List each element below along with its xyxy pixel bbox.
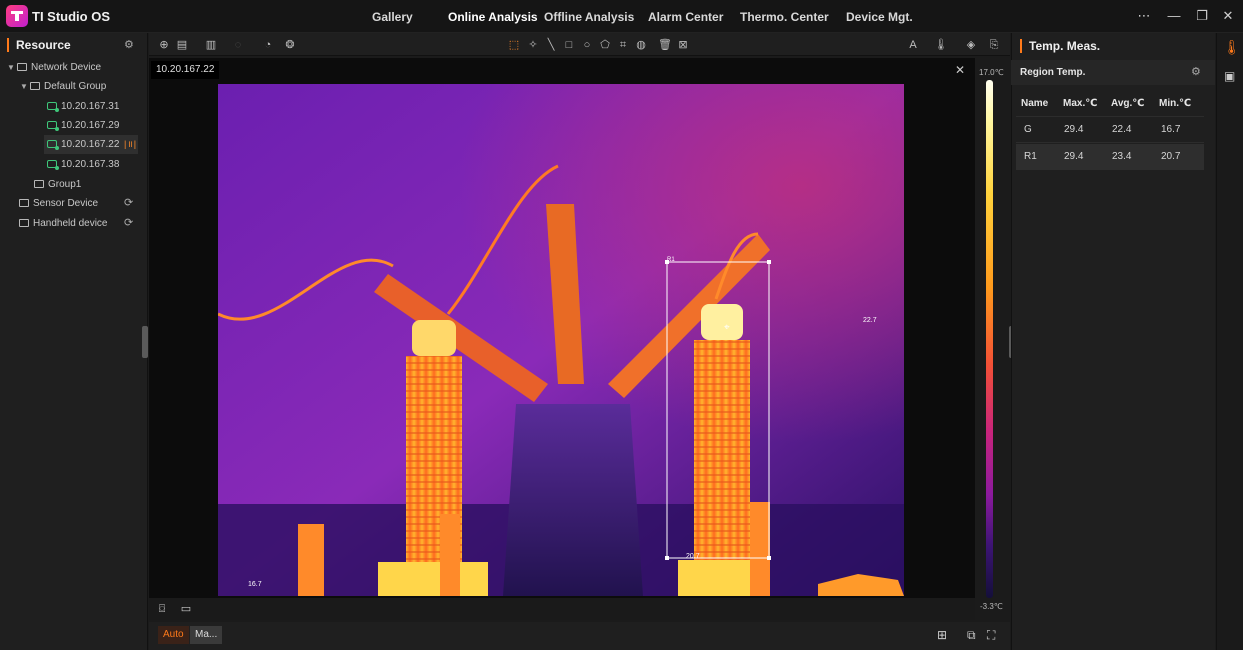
delete-icon[interactable]: 🗑	[658, 38, 672, 52]
folder-icon	[17, 63, 27, 71]
analysis-toolbar: ⊕ ▤ ▥ ◌ ◔ ❂ ⬚ ✧ ╲ □ ○ ⬠ ⌗ ◍ 🗑 ⊠ A 🌡 ◈ ⎘	[149, 33, 1010, 56]
right-tool-strip: 🌡 ▣	[1216, 33, 1243, 650]
palette-icon[interactable]: ▤	[175, 38, 189, 52]
tree-node-sensor-device[interactable]: Sensor Device ⟳	[19, 194, 147, 213]
resource-settings-gear-icon[interactable]: ⚙	[124, 38, 134, 51]
minimize-button[interactable]: —	[1163, 6, 1185, 26]
tab-gallery[interactable]: Gallery	[372, 10, 413, 24]
tab-device-mgt[interactable]: Device Mgt.	[846, 10, 913, 24]
camera-online-icon	[47, 102, 59, 112]
max-temp-marker-icon: ⌖	[724, 322, 730, 333]
thermometer-panel-icon[interactable]: 🌡	[1223, 39, 1241, 56]
tab-offline-analysis[interactable]: Offline Analysis	[544, 10, 634, 24]
circle-tool-icon[interactable]: ○	[580, 38, 594, 52]
display-mode-icon[interactable]: ▥	[204, 38, 218, 52]
caret-down-icon[interactable]: ▼	[7, 58, 17, 77]
auto-mode-button[interactable]: Auto	[158, 626, 189, 644]
folder-icon	[34, 180, 44, 188]
tree-node-handheld-device[interactable]: Handheld device ⟳	[19, 214, 147, 233]
folder-icon	[19, 199, 29, 207]
tree-node-device[interactable]: 10.20.167.29	[47, 116, 147, 135]
tree-node-group1[interactable]: Group1	[34, 175, 147, 194]
point-temp-left: 16.7	[248, 581, 262, 588]
folder-icon	[19, 219, 29, 227]
camera-online-icon	[47, 140, 59, 150]
record-icon[interactable]: ▭	[179, 602, 193, 616]
app-title: TI Studio OS	[32, 9, 110, 24]
thermometer-icon[interactable]: 🌡	[934, 38, 948, 52]
refresh-icon[interactable]: ⟳	[124, 194, 133, 213]
video-device-label: 10.20.167.22	[151, 61, 220, 79]
region-temp-header: Region Temp. ⚙	[1011, 60, 1215, 85]
close-button[interactable]: ✕	[1217, 6, 1239, 26]
scale-max-label: 17.0℃	[979, 68, 1004, 77]
video-controls: ⌼ ▭	[149, 598, 975, 620]
close-video-icon[interactable]: ✕	[952, 62, 968, 78]
export-icon[interactable]: ⎘	[987, 38, 1001, 52]
folder-icon	[30, 82, 40, 90]
line-tool-icon[interactable]: ╲	[544, 38, 558, 52]
snapshot-icon[interactable]: ⌼	[155, 602, 169, 616]
polygon-tool-icon[interactable]: ⬠	[598, 38, 612, 52]
region-settings-gear-icon[interactable]: ⚙	[1191, 65, 1201, 78]
tree-node-network-device[interactable]: ▼ Network Device	[7, 58, 147, 77]
rect-tool-icon[interactable]: □	[562, 38, 576, 52]
tab-thermo-center[interactable]: Thermo. Center	[740, 10, 829, 24]
table-row[interactable]: G 29.4 22.4 16.7	[1016, 117, 1204, 143]
refresh-icon[interactable]: ⟳	[124, 214, 133, 233]
caret-down-icon[interactable]: ▼	[20, 77, 30, 96]
table-header: Name Max.℃ Avg.℃ Min.℃	[1016, 91, 1204, 117]
camera-online-icon	[47, 160, 59, 170]
camera-online-icon	[47, 121, 59, 131]
tab-online-analysis[interactable]: Online Analysis	[448, 10, 538, 24]
tree-node-default-group[interactable]: ▼ Default Group	[20, 77, 147, 96]
restore-button[interactable]: ❐	[1191, 6, 1213, 26]
manual-mode-button[interactable]: Ma...	[190, 626, 223, 644]
report-panel-icon[interactable]: ▣	[1224, 69, 1235, 83]
left-panel-collapse-handle[interactable]	[142, 326, 148, 358]
temperature-scale-bar	[986, 80, 993, 598]
bottom-bar: Auto Ma... ⊞ ⧉ ⛶	[149, 622, 1010, 650]
aperture-icon[interactable]: ❂	[283, 38, 297, 52]
zoom-icon[interactable]: ⊕	[157, 38, 171, 52]
point-temp-bottom: 20.7	[686, 553, 700, 560]
temp-meas-title: Temp. Meas.	[1020, 39, 1100, 53]
layout-icon[interactable]: ⊞	[937, 628, 947, 642]
text-size-icon[interactable]: A	[906, 38, 920, 52]
resource-panel: Resource ⚙ ▼ Network Device ▼ Default Grou…	[0, 33, 148, 650]
tree-node-device[interactable]: 10.20.167.31	[47, 97, 147, 116]
app-logo-icon	[6, 5, 28, 27]
live-stream-icon: |॥|	[124, 139, 138, 149]
select-tool-icon[interactable]: ⬚	[507, 38, 521, 52]
tab-alarm-center[interactable]: Alarm Center	[648, 10, 723, 24]
more-menu-icon[interactable]: ⋯	[1133, 6, 1155, 26]
isotherm-icon[interactable]: ◍	[634, 38, 648, 52]
window-icon[interactable]: ⧉	[967, 628, 976, 643]
fullscreen-icon[interactable]: ⛶	[987, 628, 995, 643]
table-row-selected[interactable]: R1 29.4 23.4 20.7	[1016, 144, 1204, 170]
point-tool-icon[interactable]: ✧	[526, 38, 540, 52]
point-temp-right: 22.7	[863, 317, 877, 324]
region-temp-title: Region Temp.	[1020, 67, 1086, 78]
auto-detect-icon[interactable]: ⌗	[616, 38, 630, 52]
title-bar: TI Studio OS Gallery Online Analysis Off…	[0, 0, 1243, 33]
tree-node-device-selected[interactable]: 10.20.167.22 |॥|	[44, 135, 138, 154]
emissivity-icon[interactable]: ◈	[964, 38, 978, 52]
scale-min-label: -3.3℃	[980, 602, 1003, 611]
clear-all-icon[interactable]: ⊠	[676, 38, 690, 52]
gauge-icon[interactable]: ◔	[261, 38, 275, 52]
focus-icon[interactable]: ◌	[231, 38, 245, 52]
resource-title: Resource	[7, 38, 71, 52]
tree-node-device[interactable]: 10.20.167.38	[47, 155, 147, 174]
thermal-image[interactable]: R1 ⌖ 22.7 20.7 16.7	[218, 84, 904, 596]
region-label: R1	[667, 257, 675, 263]
